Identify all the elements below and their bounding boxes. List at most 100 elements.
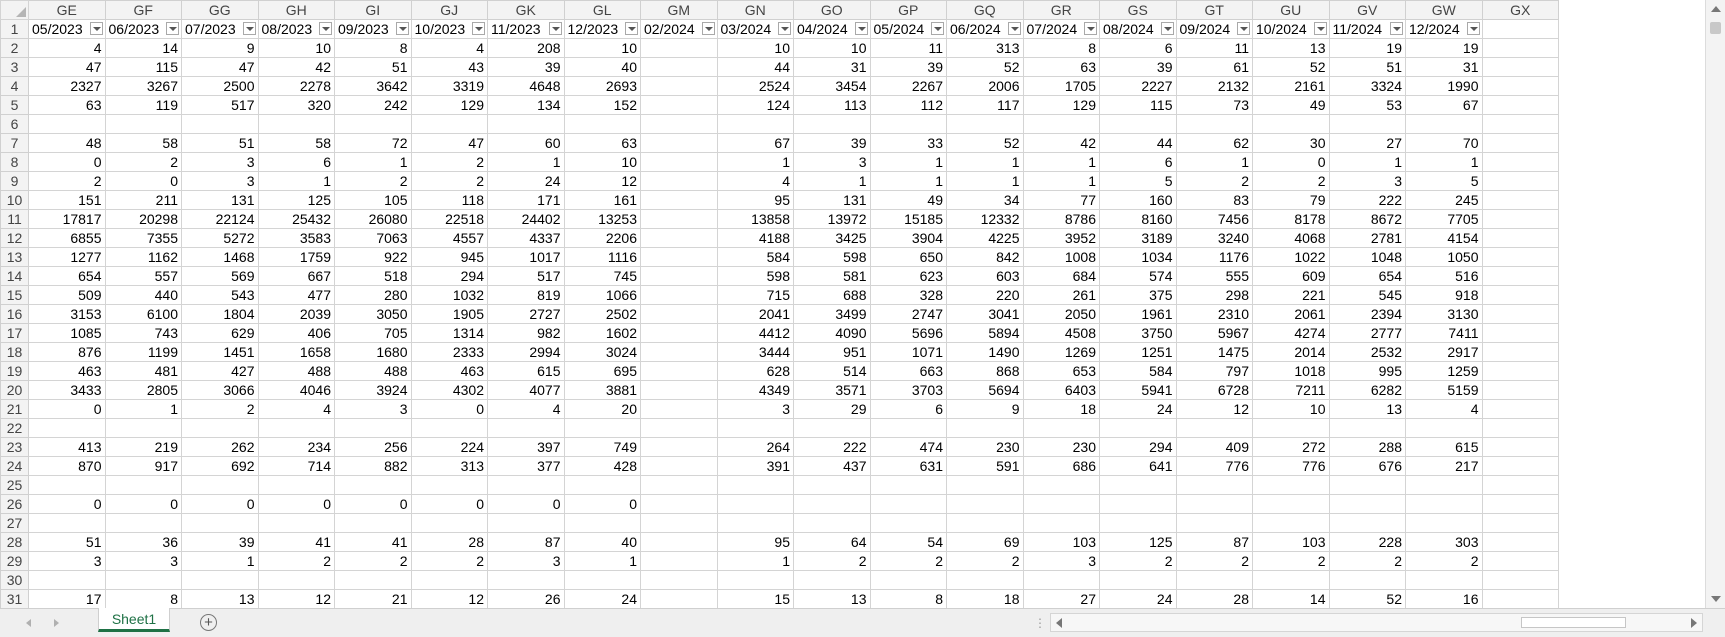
data-cell[interactable]: 1: [563, 551, 641, 571]
data-cell[interactable]: 819: [487, 285, 565, 305]
data-cell[interactable]: [1481, 551, 1559, 571]
data-cell[interactable]: 217: [1405, 456, 1483, 476]
filter-dropdown-icon[interactable]: [548, 22, 562, 35]
data-cell[interactable]: 397: [487, 437, 565, 457]
data-cell[interactable]: 686: [1022, 456, 1100, 476]
spreadsheet-grid[interactable]: GE GF GG GH GI GJ GK GL GM GN GO GP GQ GR GS GT GU GV GW GX…: [0, 0, 1705, 608]
data-cell[interactable]: 518: [334, 266, 412, 286]
data-cell[interactable]: 413: [28, 437, 106, 457]
data-cell[interactable]: 5694: [946, 380, 1024, 400]
data-cell[interactable]: 1: [869, 171, 947, 191]
column-header[interactable]: GL: [563, 0, 641, 20]
data-cell[interactable]: 1032: [410, 285, 488, 305]
data-cell[interactable]: 320: [257, 95, 335, 115]
data-cell[interactable]: [1252, 494, 1330, 514]
data-cell[interactable]: 39: [869, 57, 947, 77]
data-cell[interactable]: 2500: [181, 76, 259, 96]
data-cell[interactable]: 715: [716, 285, 794, 305]
data-cell[interactable]: 428: [563, 456, 641, 476]
data-cell[interactable]: 2278: [257, 76, 335, 96]
data-cell[interactable]: 2: [334, 551, 412, 571]
data-cell[interactable]: 7355: [104, 228, 182, 248]
data-cell[interactable]: 437: [793, 456, 871, 476]
data-cell[interactable]: 427: [181, 361, 259, 381]
data-cell[interactable]: 440: [104, 285, 182, 305]
data-cell[interactable]: 488: [257, 361, 335, 381]
data-cell[interactable]: [1481, 323, 1559, 343]
data-cell[interactable]: 684: [1022, 266, 1100, 286]
data-cell[interactable]: [1481, 152, 1559, 172]
data-cell[interactable]: 4225: [946, 228, 1024, 248]
data-cell[interactable]: 603: [946, 266, 1024, 286]
data-cell[interactable]: [1481, 171, 1559, 191]
data-cell[interactable]: 2994: [487, 342, 565, 362]
select-all-corner[interactable]: [0, 0, 29, 20]
data-cell[interactable]: 13: [793, 589, 871, 608]
data-cell[interactable]: 2532: [1328, 342, 1406, 362]
scroll-right-arrow-icon[interactable]: [1691, 618, 1697, 628]
data-cell[interactable]: [640, 266, 718, 286]
data-cell[interactable]: 653: [1022, 361, 1100, 381]
data-cell[interactable]: 516: [1405, 266, 1483, 286]
data-cell[interactable]: 2747: [869, 304, 947, 324]
data-cell[interactable]: [104, 475, 182, 495]
data-cell[interactable]: 3130: [1405, 304, 1483, 324]
data-cell[interactable]: [716, 494, 794, 514]
data-cell[interactable]: 10: [257, 38, 335, 58]
data-cell[interactable]: 4: [410, 38, 488, 58]
data-cell[interactable]: 2805: [104, 380, 182, 400]
data-cell[interactable]: 12: [410, 589, 488, 608]
row-header[interactable]: 27: [0, 513, 29, 533]
data-cell[interactable]: 129: [1022, 95, 1100, 115]
row-header[interactable]: 8: [0, 152, 29, 172]
data-cell[interactable]: [640, 38, 718, 58]
data-cell[interactable]: [640, 152, 718, 172]
data-cell[interactable]: [946, 475, 1024, 495]
row-header[interactable]: 16: [0, 304, 29, 324]
data-cell[interactable]: 219: [104, 437, 182, 457]
horizontal-scrollbar[interactable]: [1050, 613, 1703, 632]
data-cell[interactable]: 53: [1328, 95, 1406, 115]
data-cell[interactable]: [181, 513, 259, 533]
row-header[interactable]: 19: [0, 361, 29, 381]
data-cell[interactable]: 0: [1252, 152, 1330, 172]
data-cell[interactable]: 2333: [410, 342, 488, 362]
data-cell[interactable]: 19: [1328, 38, 1406, 58]
data-cell[interactable]: 39: [1099, 57, 1177, 77]
data-cell[interactable]: 1: [1328, 152, 1406, 172]
data-cell[interactable]: 3189: [1099, 228, 1177, 248]
data-cell[interactable]: 623: [869, 266, 947, 286]
row-header[interactable]: 1: [0, 19, 29, 39]
column-header[interactable]: GS: [1099, 0, 1177, 20]
data-cell[interactable]: [793, 513, 871, 533]
data-cell[interactable]: 48: [28, 133, 106, 153]
row-header[interactable]: 2: [0, 38, 29, 58]
data-cell[interactable]: [1481, 589, 1559, 608]
data-cell[interactable]: 663: [869, 361, 947, 381]
data-cell[interactable]: 0: [28, 152, 106, 172]
data-cell[interactable]: 3: [793, 152, 871, 172]
data-cell[interactable]: 7211: [1252, 380, 1330, 400]
data-cell[interactable]: 63: [1022, 57, 1100, 77]
data-cell[interactable]: 0: [257, 494, 335, 514]
column-header[interactable]: GX: [1481, 0, 1559, 20]
filter-dropdown-icon[interactable]: [395, 22, 409, 35]
data-cell[interactable]: [410, 418, 488, 438]
data-cell[interactable]: [640, 95, 718, 115]
data-cell[interactable]: 1066: [563, 285, 641, 305]
filter-dropdown-icon[interactable]: [701, 22, 715, 35]
data-cell[interactable]: 688: [793, 285, 871, 305]
data-cell[interactable]: 3024: [563, 342, 641, 362]
data-cell[interactable]: 5159: [1405, 380, 1483, 400]
row-header[interactable]: 17: [0, 323, 29, 343]
data-cell[interactable]: 4337: [487, 228, 565, 248]
data-cell[interactable]: 1050: [1405, 247, 1483, 267]
data-cell[interactable]: 615: [487, 361, 565, 381]
column-header[interactable]: GW: [1405, 0, 1483, 20]
data-cell[interactable]: [334, 114, 412, 134]
data-cell[interactable]: [257, 513, 335, 533]
data-cell[interactable]: 95: [716, 190, 794, 210]
data-cell[interactable]: [104, 513, 182, 533]
data-cell[interactable]: [1175, 494, 1253, 514]
data-cell[interactable]: [640, 361, 718, 381]
